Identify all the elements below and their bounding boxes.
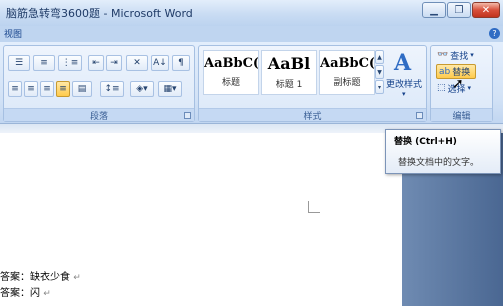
paragraph-mark: ↵ [43,289,51,299]
chevron-down-icon: ▾ [470,51,474,59]
styles-scroll-down[interactable]: ▼ [375,65,384,79]
style-sample: AaBbC( [320,56,374,71]
show-marks-button[interactable]: ¶ [172,55,190,71]
style-tile-title[interactable]: AaBbC( 标题 [203,50,259,95]
style-sample: AaBbC( [204,56,258,71]
justify-icon: ≡ [59,84,67,94]
decrease-indent-button[interactable]: ⇤ [88,55,104,71]
chevron-down-icon: ▾ [467,84,472,92]
tooltip-description: 替换文档中的文字。 [398,158,480,168]
chinese-layout-button[interactable]: ✕ [126,55,148,71]
editing-group-label: 编辑 [431,108,492,122]
style-name: 标题 [221,78,240,88]
numbered-list-icon: ≡ [40,58,48,68]
window-title: 脑筋急转弯3600题 - Microsoft Word [6,7,193,20]
replace-tooltip: 替换 (Ctrl+H) 替换文档中的文字。 [385,129,501,174]
close-button[interactable]: ✕ [472,2,500,18]
restore-icon: ❐ [454,4,464,16]
find-button[interactable]: 👓 查找 ▾ [437,48,489,62]
minimize-button[interactable]: ▁ [422,2,446,18]
styles-more[interactable]: ▾ [375,80,384,94]
align-center-icon: ≡ [27,84,35,94]
page-margin-corner [308,201,320,213]
maximize-button[interactable]: ❐ [447,2,471,18]
borders-icon: ▦▾ [163,84,177,94]
bullet-list-icon: ☰ [14,58,24,68]
tooltip-title: 替换 (Ctrl+H) [394,137,457,147]
style-tile-heading1[interactable]: AaBl 标题 1 [261,50,317,95]
change-styles-icon: A [394,50,412,76]
line-spacing-icon: ↕≡ [104,84,120,94]
help-icon[interactable]: ? [489,28,500,39]
shading-icon: ◈▾ [136,84,148,94]
document-line-text: 答案：闪 [0,288,40,299]
shading-button[interactable]: ◈▾ [130,81,154,97]
close-icon: ✕ [481,4,491,16]
chevron-up-icon: ▲ [377,53,382,61]
replace-icon: ab [439,66,451,77]
style-name: 标题 1 [275,80,303,90]
justify-button[interactable]: ≡ [56,81,70,97]
align-left-icon: ≡ [11,84,19,94]
paragraph-mark-icon: ¶ [178,58,184,68]
document-line: 答案：缺衣少食 ↵ [0,268,81,283]
styles-dialog-launcher[interactable] [416,112,423,119]
multilevel-list-icon: ⋮≡ [61,58,79,68]
align-right-button[interactable]: ≡ [40,81,54,97]
more-icon: ▾ [377,83,381,91]
document-line: 答案：闪 ↵ [0,284,51,299]
numbering-button[interactable]: ≡ [33,55,55,71]
distributed-button[interactable]: ▤ [72,81,92,97]
chinese-layout-icon: ✕ [133,58,141,68]
distributed-icon: ▤ [77,84,87,94]
styles-scroll-up[interactable]: ▲ [375,50,384,64]
find-label: 查找 [450,51,469,62]
change-styles-button[interactable]: A 更改样式 ▾ [386,48,424,103]
style-tile-subtitle[interactable]: AaBbC( 副标题 [319,50,375,95]
align-center-button[interactable]: ≡ [24,81,38,97]
style-name: 副标题 [333,78,361,88]
bullets-button[interactable]: ☰ [8,55,30,71]
sort-button[interactable]: A↓ [151,55,169,71]
sort-icon: A↓ [153,58,167,68]
document-line-text: 答案：缺衣少食 [0,272,70,283]
style-sample: AaBl [267,54,311,73]
borders-button[interactable]: ▦▾ [158,81,182,97]
multilevel-list-button[interactable]: ⋮≡ [58,55,82,71]
line-spacing-button[interactable]: ↕≡ [100,81,124,97]
chevron-down-icon: ▼ [377,68,382,76]
minimize-icon: ▁ [430,4,438,16]
mouse-cursor-icon: ➚ [452,76,464,92]
styles-group-label: 样式 [199,108,426,122]
increase-indent-icon: ⇥ [110,58,118,68]
binoculars-icon: 👓 [437,50,449,60]
tab-view[interactable]: 视图 [4,27,22,40]
paragraph-group-label: 段落 [4,108,194,122]
change-styles-label: 更改样式 [386,80,423,90]
chevron-down-icon: ▾ [402,90,406,98]
decrease-indent-icon: ⇤ [92,58,100,68]
align-right-icon: ≡ [43,84,51,94]
align-left-button[interactable]: ≡ [8,81,22,97]
select-icon: ⬚ [437,83,446,93]
paragraph-mark: ↵ [73,273,81,283]
paragraph-dialog-launcher[interactable] [184,112,191,119]
increase-indent-button[interactable]: ⇥ [106,55,122,71]
ribbon-tab-bar [0,26,503,42]
